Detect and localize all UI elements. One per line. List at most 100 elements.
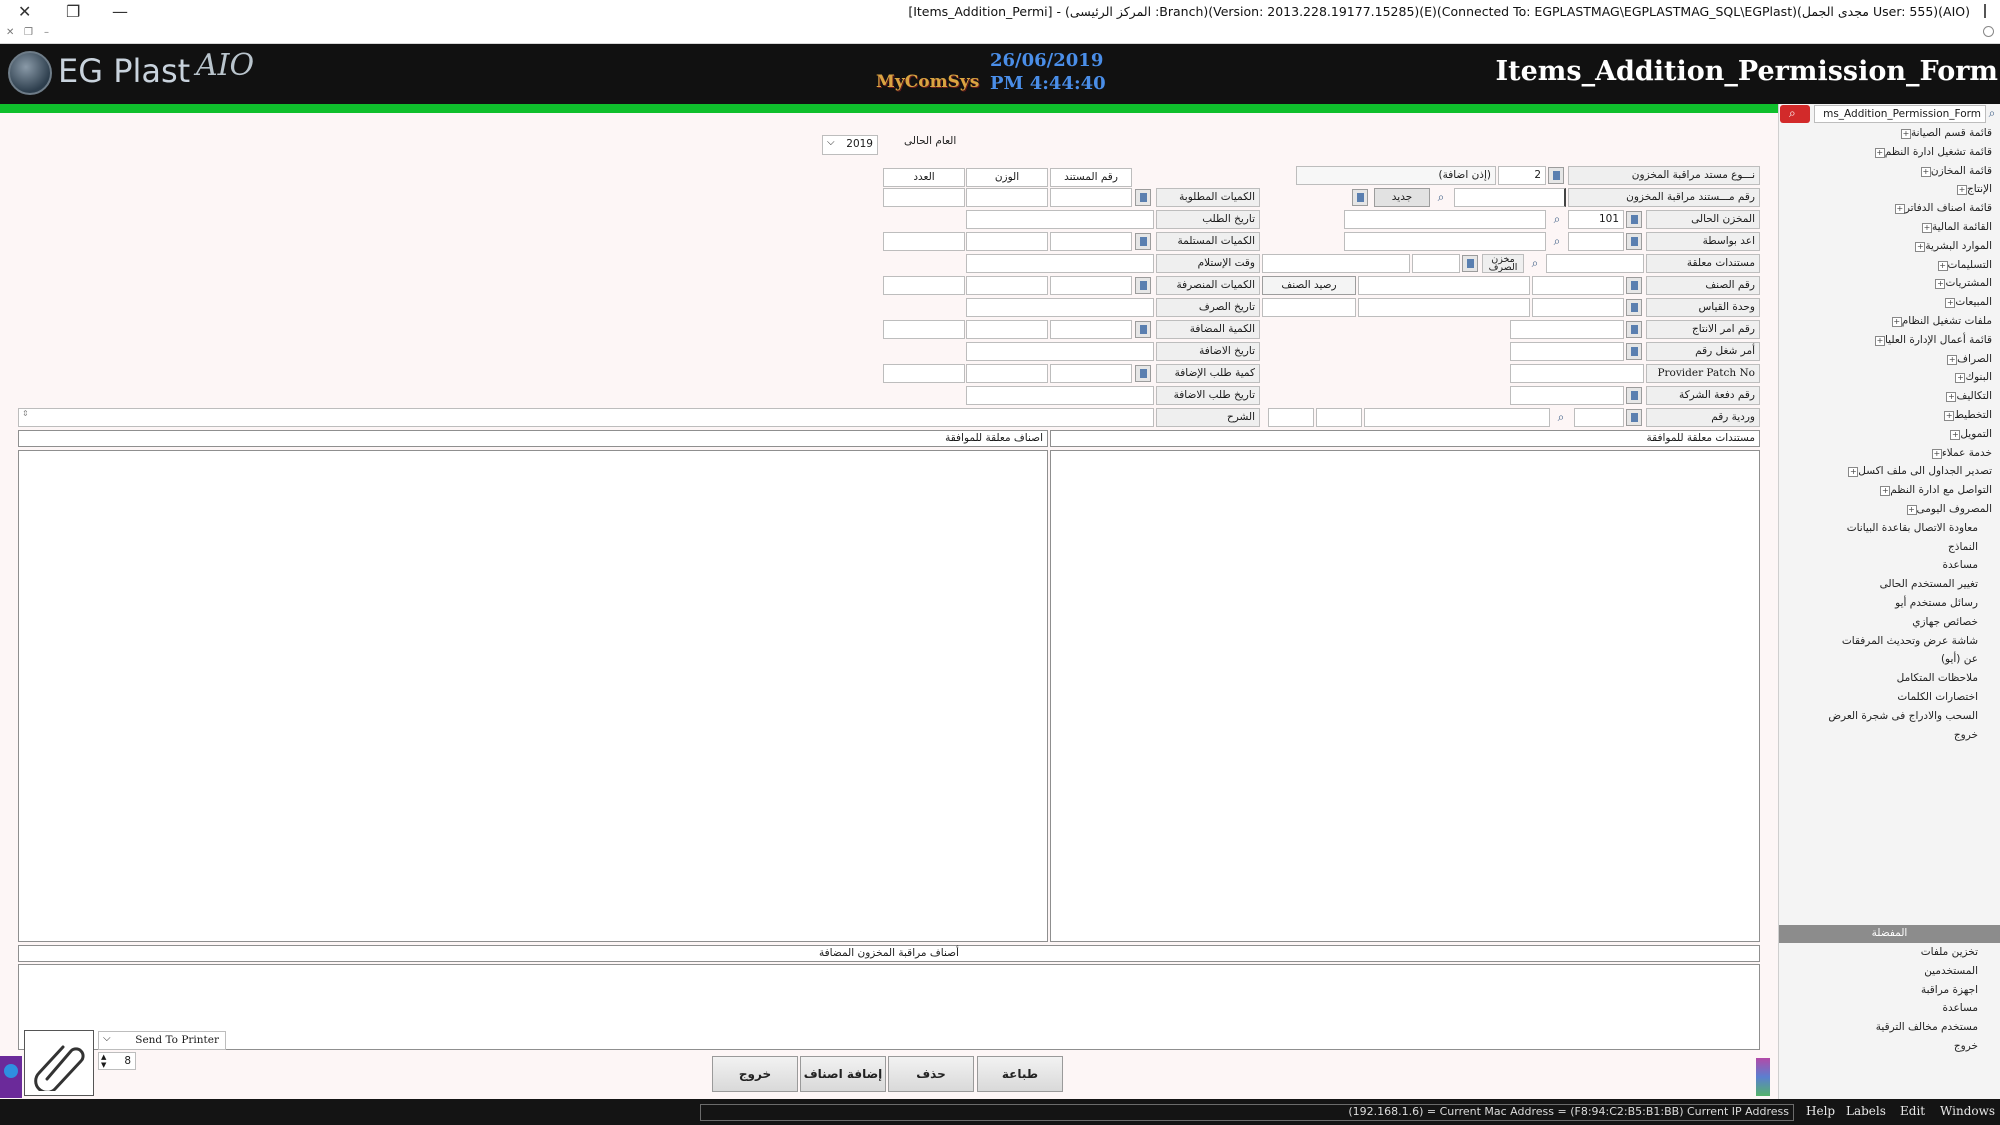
expand-icon[interactable]: + (1945, 298, 1956, 309)
expand-icon[interactable]: + (1950, 429, 1961, 440)
favorite-item[interactable]: مستخدم مخالف الترقية (1876, 1021, 1978, 1033)
add-request-qty-lookup-button[interactable] (1135, 365, 1151, 382)
sidebar-item[interactable]: شاشة عرض وتحديث المرفقات (1842, 635, 1978, 647)
current-year-select[interactable]: ⌵ 2019 (822, 135, 878, 155)
sidebar-item[interactable]: القائمة المالية+ (1918, 221, 1992, 233)
expand-icon[interactable]: + (1922, 223, 1933, 233)
issue-store-code-field[interactable] (1412, 254, 1460, 273)
doc-type-lookup-button[interactable] (1548, 167, 1564, 184)
expand-icon[interactable]: + (1947, 354, 1958, 365)
sidebar-item[interactable]: قائمة أعمال الإدارة العليا+ (1871, 334, 1992, 346)
minimize-window-button[interactable]: — (112, 2, 128, 21)
uom-lookup-button[interactable] (1626, 299, 1642, 316)
sidebar-item[interactable]: البنوك+ (1951, 371, 1992, 384)
requested-qty-count-field[interactable] (883, 188, 965, 207)
expand-icon[interactable]: + (1874, 147, 1885, 158)
request-date-field[interactable] (966, 210, 1154, 229)
add-request-qty-count-field[interactable] (883, 364, 965, 383)
add-date-field[interactable] (966, 342, 1154, 361)
current-store-lookup-button[interactable] (1626, 211, 1642, 228)
doc-no-lookup-button[interactable] (1352, 189, 1368, 206)
doc-type-code-field[interactable]: 2 (1498, 166, 1546, 185)
current-store-field[interactable]: 101 (1568, 210, 1624, 229)
work-order-lookup-button[interactable] (1626, 343, 1642, 360)
prepared-by-search-icon[interactable]: ⌕ (1548, 233, 1566, 250)
sidebar-item[interactable]: التكاليف+ (1942, 390, 1992, 403)
sidebar-item[interactable]: خدمة عملاء+ (1928, 447, 1992, 459)
notes-field[interactable]: ⇕ (18, 408, 1154, 427)
expand-icon[interactable]: + (1880, 486, 1891, 497)
prepared-by-field[interactable] (1568, 232, 1624, 251)
pending-docs-search-icon[interactable]: ⌕ (1526, 255, 1544, 272)
issued-qty-count-field[interactable] (883, 276, 965, 295)
pending-docs-grid[interactable] (1050, 450, 1760, 942)
sidebar-item[interactable]: التخطيط+ (1940, 409, 1992, 421)
menu-help[interactable]: Help (1806, 1104, 1835, 1118)
favorite-item[interactable]: اجهزة مراقبة (1921, 984, 1978, 996)
expand-icon[interactable]: + (1931, 448, 1942, 459)
received-qty-lookup-button[interactable] (1135, 233, 1151, 250)
shift-extra-field-1[interactable] (1316, 408, 1362, 427)
issued-qty-weight-field[interactable] (966, 276, 1048, 295)
doc-no-field[interactable] (1454, 188, 1566, 207)
favorite-item[interactable]: مساعدة (1943, 1002, 1978, 1014)
print-button[interactable]: طباعة (977, 1056, 1063, 1092)
shift-no-search-icon[interactable]: ⌕ (1552, 409, 1570, 426)
mdi-close-button[interactable]: ✕ (6, 27, 14, 38)
expand-icon[interactable]: + (1937, 260, 1948, 271)
sidebar-item[interactable]: التسليمات+ (1934, 259, 1992, 271)
issued-qty-doc-field[interactable] (1050, 276, 1132, 295)
work-order-field[interactable] (1510, 342, 1624, 361)
add-request-qty-doc-field[interactable] (1050, 364, 1132, 383)
pending-items-grid[interactable] (18, 450, 1048, 942)
prepared-by-lookup-button[interactable] (1626, 233, 1642, 250)
sidebar-item[interactable]: النماذج (1948, 541, 1978, 553)
sidebar-item[interactable]: مساعدة (1943, 559, 1978, 571)
item-no-field[interactable] (1532, 276, 1624, 295)
requested-qty-weight-field[interactable] (966, 188, 1048, 207)
mdi-minimize-button[interactable]: – (44, 27, 49, 38)
requested-qty-lookup-button[interactable] (1135, 189, 1151, 206)
doc-no-search-icon[interactable]: ⌕ (1432, 189, 1450, 206)
mdi-restore-button[interactable]: ❐ (24, 27, 33, 38)
favorite-item[interactable]: تخزين ملفات (1921, 946, 1978, 958)
sidebar-item[interactable]: رسائل مستخدم أيو (1895, 597, 1978, 609)
menu-edit[interactable]: Edit (1900, 1104, 1925, 1118)
expand-icon[interactable]: + (1848, 467, 1859, 478)
shift-no-lookup-button[interactable] (1626, 409, 1642, 426)
provider-patch-field[interactable] (1510, 364, 1644, 383)
sidebar-item[interactable]: الإنتاج+ (1953, 183, 1992, 196)
expand-icon[interactable]: + (1894, 204, 1905, 215)
attachment-button[interactable] (24, 1030, 94, 1096)
add-request-date-field[interactable] (966, 386, 1154, 405)
added-qty-doc-field[interactable] (1050, 320, 1132, 339)
expand-icon[interactable]: + (1906, 505, 1917, 515)
issue-store-lookup-button[interactable] (1462, 255, 1478, 272)
sidebar-item[interactable]: الموارد البشرية+ (1911, 240, 1992, 252)
expand-icon[interactable]: + (1955, 373, 1966, 384)
current-store-search-icon[interactable]: ⌕ (1548, 211, 1566, 228)
sidebar-item[interactable]: خصائص جهازي (1912, 616, 1978, 628)
sidebar-item[interactable]: ملاحظات المتكامل (1897, 672, 1978, 684)
help-icon[interactable] (1983, 26, 1994, 37)
close-window-button[interactable]: ✕ (18, 2, 31, 21)
sidebar-item[interactable]: المصروف اليومى+ (1903, 503, 1992, 515)
company-batch-lookup-button[interactable] (1626, 387, 1642, 404)
sidebar-item[interactable]: المبيعات+ (1941, 296, 1992, 309)
new-button[interactable]: جديد (1374, 188, 1430, 207)
expand-icon[interactable]: + (1946, 392, 1957, 403)
sidebar-item[interactable]: تغيير المستخدم الحالى (1880, 578, 1978, 590)
sidebar-item[interactable]: قائمة قسم الصيانة+ (1897, 127, 1992, 139)
added-qty-lookup-button[interactable] (1135, 321, 1151, 338)
added-qty-count-field[interactable] (883, 320, 965, 339)
copies-stepper[interactable]: ▲ ▼ 8 (98, 1052, 136, 1070)
sidebar-item[interactable]: قائمة المخازن+ (1917, 165, 1992, 177)
sidebar-item[interactable]: السحب والادراج فى شجرة العرض (1828, 710, 1978, 722)
menu-labels[interactable]: Labels (1846, 1104, 1886, 1118)
sidebar-item[interactable]: قائمة تشغيل ادارة النظم+ (1871, 146, 1992, 158)
favorite-item[interactable]: المستخدمين (1924, 965, 1978, 977)
expand-icon[interactable]: + (1944, 411, 1955, 421)
receive-time-field[interactable] (966, 254, 1154, 273)
sidebar-search-input[interactable]: ms_Addition_Permission_Form (1814, 105, 1986, 123)
production-order-field[interactable] (1510, 320, 1624, 339)
